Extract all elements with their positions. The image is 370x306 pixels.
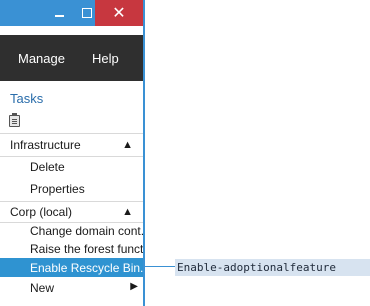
task-label: Properties [30, 182, 85, 196]
task-enable-recycle-bin[interactable]: Enable Rescycle Bin... [0, 258, 143, 277]
divider [0, 133, 143, 134]
minimize-button[interactable] [45, 0, 73, 26]
menu-help[interactable]: Help [92, 35, 119, 81]
task-raise-forest-functional-level[interactable]: Raise the forest funct... [0, 239, 143, 259]
task-label: Change domain cont... [30, 224, 143, 238]
task-properties[interactable]: Properties [0, 179, 143, 199]
task-label: Delete [30, 160, 65, 174]
minimize-icon [54, 15, 64, 17]
close-icon: ✕ [112, 5, 126, 22]
chevron-right-icon: ▶ [130, 281, 138, 292]
task-label: Enable Rescycle Bin... [30, 260, 143, 275]
group-label: Infrastructure [10, 138, 81, 152]
task-label: New [30, 281, 55, 295]
maximize-icon [82, 8, 92, 18]
clipboard-icon[interactable] [9, 113, 20, 127]
menu-bar: Manage Help [0, 35, 143, 81]
group-label: Corp (local) [10, 205, 73, 219]
close-button[interactable]: ✕ [95, 0, 143, 26]
task-change-domain-controller[interactable]: Change domain cont... [0, 221, 143, 241]
group-corp-local[interactable]: Corp (local) ▲ [0, 202, 143, 222]
task-new[interactable]: New ▶ [0, 278, 143, 298]
tasks-title: Tasks [10, 91, 44, 106]
callout-leader-line [143, 266, 175, 267]
task-label: Raise the forest funct... [30, 242, 143, 256]
chevron-up-icon[interactable]: ▲ [122, 206, 133, 218]
menu-manage[interactable]: Manage [18, 35, 65, 81]
group-infrastructure[interactable]: Infrastructure ▲ [0, 135, 143, 155]
title-bar: ✕ [0, 0, 143, 26]
powershell-callout: Enable-adoptionalfeature [175, 259, 370, 276]
tasks-pane-window: ✕ Manage Help Tasks Infrastructure ▲ Del… [0, 0, 145, 306]
callout-text: Enable-adoptionalfeature [177, 261, 336, 274]
chevron-up-icon[interactable]: ▲ [122, 139, 133, 151]
task-delete[interactable]: Delete [0, 157, 143, 177]
